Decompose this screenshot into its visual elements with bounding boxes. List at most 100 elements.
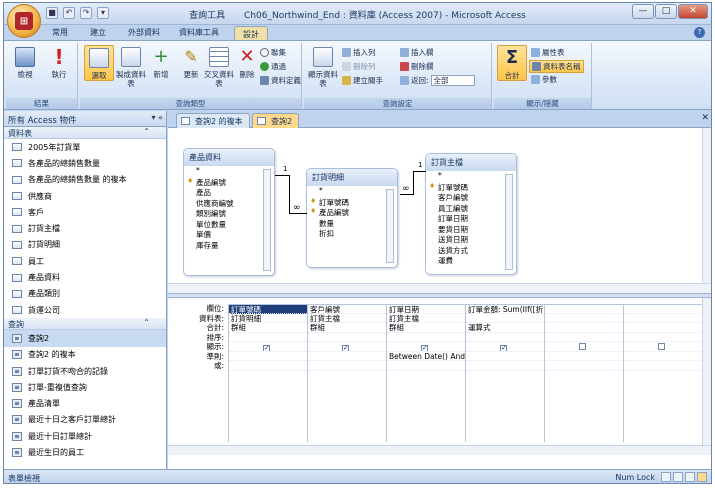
close-button[interactable]: ✕ — [678, 4, 708, 19]
grid-column[interactable] — [544, 304, 623, 442]
nav-table-item[interactable]: 各產品的總銷售數量 的複本 — [4, 172, 166, 188]
grid-vertical-scrollbar[interactable] — [702, 298, 711, 445]
grid-cell-criteria[interactable] — [624, 352, 702, 361]
grid-cell-criteria[interactable] — [308, 352, 386, 361]
nav-query-item[interactable]: 最近十日之客戶訂單總計 — [4, 412, 166, 428]
field-list-field[interactable]: 要貨日期 — [426, 224, 516, 235]
grid-column[interactable]: 訂單金額: Sum(IIf([折 運算式 ✓ — [465, 304, 544, 442]
pivottable-view-icon[interactable] — [673, 472, 683, 482]
field-list-field[interactable]: 單價 — [184, 229, 274, 240]
parameters-button[interactable]: 參數 — [531, 74, 557, 85]
grid-cell-criteria[interactable] — [229, 352, 307, 361]
grid-cell-show[interactable] — [624, 342, 702, 352]
grid-horizontal-scrollbar[interactable] — [168, 445, 711, 455]
tab-database-tools[interactable]: 資料庫工具 — [179, 27, 219, 38]
nav-table-item[interactable]: 2005年訂貨單 — [4, 139, 166, 155]
upper-vertical-scrollbar[interactable] — [702, 128, 711, 283]
nav-table-item[interactable]: 訂貨明細 — [4, 237, 166, 253]
tab-create[interactable]: 建立 — [90, 27, 106, 38]
field-list-title[interactable]: 產品資料 — [184, 149, 274, 166]
nav-query-item[interactable]: 查詢2 的複本 — [4, 347, 166, 363]
update-button[interactable]: ✎ 更新 — [176, 45, 206, 79]
grid-cell-field[interactable]: 客戶編號 — [308, 304, 386, 314]
grid-cell-show[interactable]: ✓ — [229, 342, 307, 352]
grid-cell-show[interactable] — [545, 342, 623, 352]
property-sheet-button[interactable]: 屬性表 — [531, 47, 565, 58]
field-list-field[interactable]: 單位數量 — [184, 219, 274, 230]
field-list-field[interactable]: 訂單日期 — [426, 213, 516, 224]
grid-cell-or[interactable] — [387, 361, 465, 371]
doc-tab-query2[interactable]: 查詢2 — [252, 113, 300, 128]
nav-table-item[interactable]: 產品資料 — [4, 269, 166, 285]
nav-table-item[interactable]: 員工 — [4, 253, 166, 269]
minimize-button[interactable]: — — [632, 4, 654, 19]
field-list-field[interactable]: 送貨方式 — [426, 245, 516, 256]
tab-home[interactable]: 常用 — [52, 27, 68, 38]
grid-cell-field[interactable] — [624, 304, 702, 314]
nav-header[interactable]: 所有 Access 物件 ▾ « — [4, 111, 166, 127]
field-list-scrollbar[interactable] — [263, 169, 271, 271]
field-list-field[interactable]: 產品編號 — [307, 207, 397, 218]
grid-cell-table[interactable]: 訂貨主檔 — [387, 314, 465, 323]
nav-query-item[interactable]: 產品清單 — [4, 395, 166, 411]
delete-rows-button[interactable]: 刪除列 — [342, 61, 376, 72]
field-list-box[interactable]: 訂貨明細*訂單號碼產品編號數量折扣 — [306, 168, 398, 268]
grid-column[interactable] — [623, 304, 702, 442]
grid-cell-or[interactable] — [229, 361, 307, 371]
view-button[interactable]: 檢視 — [10, 45, 40, 79]
field-list-field[interactable]: 客戶編號 — [426, 192, 516, 203]
builder-button[interactable]: 建立關手 — [342, 75, 383, 86]
grid-cell-total[interactable]: 群組 — [387, 323, 465, 333]
upper-horizontal-scrollbar[interactable] — [168, 283, 711, 293]
select-query-button[interactable]: 選取 — [84, 45, 114, 81]
grid-cell-criteria[interactable] — [545, 352, 623, 361]
field-list-field[interactable]: * — [184, 166, 274, 177]
field-list-field[interactable]: 供應商編號 — [184, 198, 274, 209]
grid-cell-sort[interactable] — [308, 333, 386, 342]
field-list-box[interactable]: 訂貨主檔*訂單號碼客戶編號員工編號訂單日期要貨日期送貨日期送貨方式運費 — [425, 153, 517, 275]
data-definition-button[interactable]: 資料定義 — [260, 75, 301, 86]
make-table-button[interactable]: 製成資料表 — [116, 45, 146, 88]
tab-external-data[interactable]: 外部資料 — [128, 27, 160, 38]
nav-table-item[interactable]: 訂貨主檔 — [4, 220, 166, 236]
sql-view-icon[interactable] — [685, 472, 695, 482]
grid-cell-or[interactable] — [308, 361, 386, 371]
nav-table-item[interactable]: 供應商 — [4, 188, 166, 204]
maximize-button[interactable]: □ — [655, 4, 677, 19]
delete-query-button[interactable]: ✕ 刪除 — [232, 45, 262, 80]
grid-cell-show[interactable]: ✓ — [387, 342, 465, 352]
grid-cell-sort[interactable] — [624, 333, 702, 342]
field-list-field[interactable]: 員工編號 — [426, 203, 516, 214]
grid-cell-criteria[interactable] — [466, 352, 544, 361]
grid-cell-total[interactable] — [624, 323, 702, 333]
field-list-field[interactable]: * — [426, 171, 516, 182]
field-list-title[interactable]: 訂貨主檔 — [426, 154, 516, 171]
field-list-field[interactable]: 類別編號 — [184, 208, 274, 219]
insert-columns-button[interactable]: 插入欄 — [400, 47, 434, 58]
grid-cell-criteria[interactable]: Between Date() And Do — [387, 352, 465, 361]
grid-cell-show[interactable]: ✓ — [466, 342, 544, 352]
show-checkbox[interactable] — [579, 343, 586, 350]
grid-cell-table[interactable] — [545, 314, 623, 323]
grid-cell-field[interactable]: 訂單號碼 — [229, 304, 307, 314]
crosstab-button[interactable]: 交叉資料表 — [204, 45, 234, 88]
field-list-box[interactable]: 產品資料*產品編號產品供應商編號類別編號單位數量單價庫存量 — [183, 148, 275, 276]
nav-table-item[interactable]: 貨運公司 — [4, 302, 166, 318]
field-list-field[interactable]: 訂單號碼 — [307, 197, 397, 208]
field-list-scrollbar[interactable] — [386, 189, 394, 263]
field-list-field[interactable]: 產品 — [184, 187, 274, 198]
delete-columns-button[interactable]: 刪除欄 — [400, 61, 434, 72]
datasheet-view-icon[interactable] — [661, 472, 671, 482]
field-list-field[interactable]: 產品編號 — [184, 177, 274, 188]
grid-cell-or[interactable] — [466, 361, 544, 371]
grid-cell-sort[interactable] — [545, 333, 623, 342]
nav-query-item[interactable]: 訂單訂貨不吻合的記錄 — [4, 363, 166, 379]
grid-cell-sort[interactable] — [466, 333, 544, 342]
grid-cell-or[interactable] — [624, 361, 702, 371]
nav-query-item[interactable]: 訂單-重複值查詢 — [4, 379, 166, 395]
nav-query-item[interactable]: 查詢2 — [4, 330, 166, 347]
grid-cell-total[interactable]: 群組 — [229, 323, 307, 333]
grid-cell-table[interactable]: 訂貨明細 — [229, 314, 307, 323]
field-list-field[interactable]: 數量 — [307, 218, 397, 229]
run-button[interactable]: ! 執行 — [44, 45, 74, 79]
